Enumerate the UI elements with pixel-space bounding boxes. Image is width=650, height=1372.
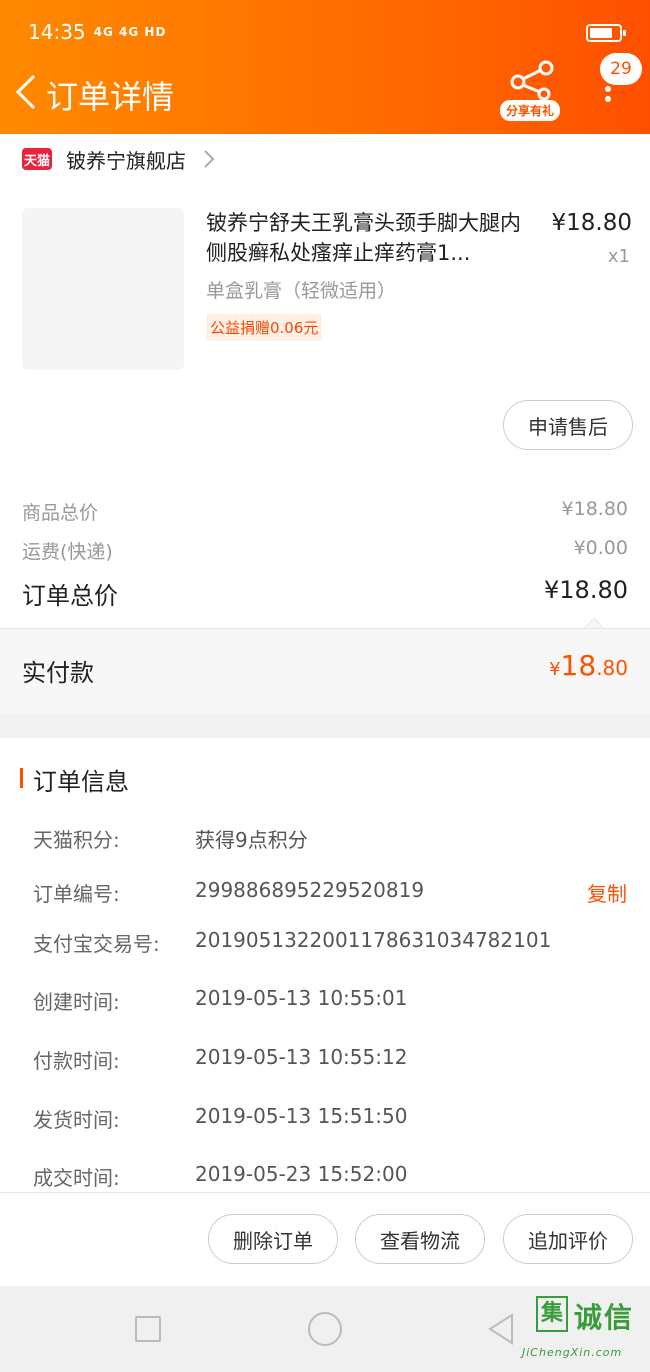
product-thumbnail[interactable] bbox=[22, 208, 184, 370]
info-key: 创建时间: bbox=[33, 990, 120, 1014]
info-row-points: 天猫积分: 获得9点积分 bbox=[33, 824, 633, 854]
paid-caret bbox=[584, 618, 604, 628]
info-row-order-number: 订单编号: 299886895229520819 复制 bbox=[33, 878, 633, 908]
goods-total-row: 商品总价 ¥18.80 bbox=[22, 498, 628, 525]
product-spec: 单盒乳膏（轻微适用） bbox=[206, 280, 397, 302]
back-triangle-icon[interactable] bbox=[486, 1312, 516, 1346]
delete-order-button[interactable]: 删除订单 bbox=[208, 1214, 338, 1264]
product-title[interactable]: 铍养宁舒夫王乳膏头颈手脚大腿内侧股癣私处瘙痒止痒药膏1... bbox=[206, 208, 536, 268]
share-button[interactable]: 分享有礼 bbox=[498, 60, 568, 124]
section-accent-bar bbox=[20, 768, 23, 788]
back-arrow-icon[interactable] bbox=[12, 72, 42, 112]
product-quantity: x1 bbox=[607, 246, 630, 267]
info-row-completed-time: 成交时间: 2019-05-23 15:52:00 bbox=[33, 1162, 633, 1192]
info-key: 订单编号: bbox=[33, 882, 120, 906]
order-info-title: 订单信息 bbox=[33, 768, 129, 796]
goods-total-label: 商品总价 bbox=[22, 502, 99, 524]
info-key: 支付宝交易号: bbox=[33, 932, 160, 956]
product-price: ¥18.80 bbox=[551, 210, 632, 236]
actual-payment-box: 实付款 ¥18.80 bbox=[0, 628, 650, 714]
order-action-bar: 删除订单 查看物流 追加评价 bbox=[0, 1192, 650, 1286]
app-header: 14:35 4G 4G HD 订单详情 分享有礼 29 bbox=[0, 0, 650, 134]
paid-currency: ¥ bbox=[549, 659, 561, 680]
info-value: 获得9点积分 bbox=[195, 828, 308, 852]
info-key: 成交时间: bbox=[33, 1166, 120, 1190]
shipping-row: 运费(快递) ¥0.00 bbox=[22, 537, 628, 564]
add-review-button[interactable]: 追加评价 bbox=[503, 1214, 633, 1264]
paid-integer: 18 bbox=[560, 649, 597, 682]
status-bar: 14:35 4G 4G HD bbox=[28, 20, 166, 44]
info-key: 天猫积分: bbox=[33, 828, 120, 852]
watermark-logo: 集 bbox=[536, 1296, 568, 1332]
info-value: 299886895229520819 bbox=[195, 878, 425, 902]
copy-order-number-button[interactable]: 复制 bbox=[587, 878, 627, 907]
watermark-text: 诚信 bbox=[574, 1301, 635, 1334]
info-value: 2019-05-23 15:52:00 bbox=[195, 1162, 408, 1186]
apply-after-sale-button[interactable]: 申请售后 bbox=[503, 400, 633, 450]
goods-total-value: ¥18.80 bbox=[561, 498, 628, 520]
actual-payment-label: 实付款 bbox=[22, 659, 94, 687]
chevron-right-icon bbox=[204, 150, 215, 168]
order-total-value: ¥18.80 bbox=[544, 576, 628, 604]
info-value: 2019-05-13 10:55:12 bbox=[195, 1045, 408, 1069]
info-value: 2019051322001178631034782101 bbox=[195, 928, 552, 952]
order-product-card: 天猫 铍养宁旗舰店 铍养宁舒夫王乳膏头颈手脚大腿内侧股癣私处瘙痒止痒药膏1...… bbox=[0, 134, 650, 714]
page-title: 订单详情 bbox=[46, 78, 175, 116]
charity-badge: 公益捐赠0.06元 bbox=[206, 314, 323, 341]
share-label: 分享有礼 bbox=[500, 100, 561, 121]
shipping-label: 运费(快递) bbox=[22, 541, 113, 563]
info-value: 2019-05-13 10:55:01 bbox=[195, 986, 408, 1010]
info-row-alipay-number: 支付宝交易号: 2019051322001178631034782101 bbox=[33, 928, 633, 958]
info-value: 2019-05-13 15:51:50 bbox=[195, 1104, 408, 1128]
system-nav-bar: 集 诚信 JiChengXin.com bbox=[0, 1286, 650, 1372]
more-options-icon[interactable] bbox=[598, 86, 618, 112]
battery-icon bbox=[586, 24, 626, 42]
actual-payment-amount: ¥18.80 bbox=[549, 649, 628, 682]
home-icon[interactable] bbox=[308, 1312, 342, 1346]
info-row-paid-time: 付款时间: 2019-05-13 10:55:12 bbox=[33, 1045, 633, 1075]
info-row-created-time: 创建时间: 2019-05-13 10:55:01 bbox=[33, 986, 633, 1016]
paid-decimal: .80 bbox=[596, 656, 628, 680]
info-key: 付款时间: bbox=[33, 1049, 120, 1073]
order-total-label: 订单总价 bbox=[22, 582, 118, 610]
message-count-badge[interactable]: 29 bbox=[600, 53, 642, 85]
info-row-shipped-time: 发货时间: 2019-05-13 15:51:50 bbox=[33, 1104, 633, 1134]
store-row[interactable]: 天猫 铍养宁旗舰店 bbox=[22, 144, 216, 174]
view-logistics-button[interactable]: 查看物流 bbox=[355, 1214, 485, 1264]
shipping-value: ¥0.00 bbox=[573, 537, 628, 559]
signal-indicators: 4G 4G HD bbox=[93, 25, 167, 39]
tmall-logo: 天猫 bbox=[22, 148, 52, 170]
store-name[interactable]: 铍养宁旗舰店 bbox=[66, 145, 186, 174]
watermark: 集 诚信 JiChengXin.com bbox=[522, 1292, 650, 1370]
watermark-url: JiChengXin.com bbox=[522, 1346, 623, 1359]
order-total-row: 订单总价 ¥18.80 bbox=[22, 576, 628, 611]
status-time: 14:35 bbox=[28, 20, 86, 44]
order-info-section: 订单信息 天猫积分: 获得9点积分 订单编号: 2998868952295208… bbox=[0, 738, 650, 1192]
info-key: 发货时间: bbox=[33, 1108, 120, 1132]
recent-apps-icon[interactable] bbox=[135, 1316, 161, 1342]
share-icon bbox=[510, 60, 554, 100]
